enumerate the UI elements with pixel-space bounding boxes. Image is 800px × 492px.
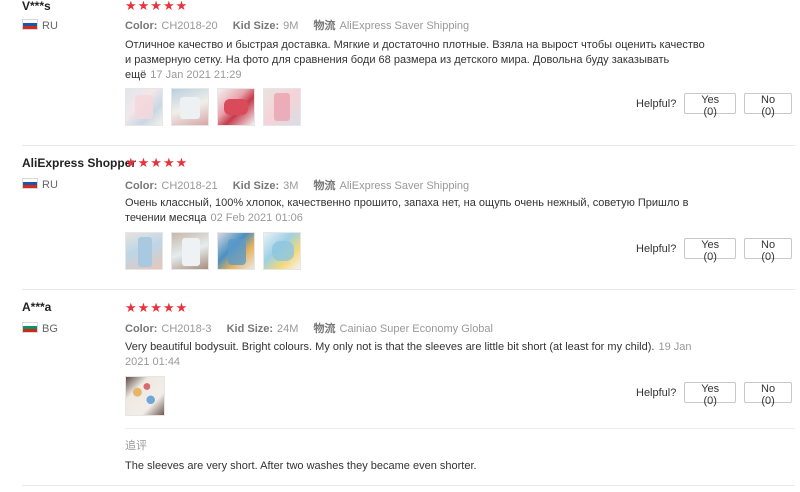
review-photo-thumbnail[interactable]: [217, 88, 255, 126]
review-photos: [125, 376, 173, 416]
review-photos: [125, 232, 309, 270]
reviewer-country: BG: [22, 322, 58, 335]
reviewer-name: A***a: [22, 300, 52, 314]
review-attributes: Color: CH2018-21 Kid Size: 3M 物流 AliExpress…: [125, 180, 470, 192]
review-divider: [22, 289, 795, 290]
rating-stars: ★★★★★: [125, 0, 189, 13]
bg-flag-icon: [22, 322, 38, 333]
review-date: 02 Feb 2021 01:06: [210, 212, 303, 224]
review-photo-thumbnail[interactable]: [171, 232, 209, 270]
review-date: 17 Jan 2021 21:29: [150, 69, 242, 81]
ru-flag-icon: [22, 178, 38, 189]
reviewer-country: RU: [22, 178, 58, 191]
review-photo-thumbnail[interactable]: [217, 232, 255, 270]
review-photo-thumbnail[interactable]: [125, 376, 165, 416]
reviewer-name: V***s: [22, 0, 51, 13]
reviewer-country: RU: [22, 19, 58, 32]
followup-text: The sleeves are very short. After two wa…: [125, 460, 477, 472]
ru-flag-icon: [22, 19, 38, 30]
review-text: Very beautiful bodysuit. Bright colours.…: [125, 341, 692, 368]
helpful-yes-button[interactable]: Yes (0): [684, 382, 737, 407]
helpful-vote: Helpful? Yes (0) No (0): [636, 93, 800, 118]
review-photo-thumbnail[interactable]: [263, 232, 301, 270]
helpful-label: Helpful?: [636, 242, 677, 255]
helpful-vote: Helpful? Yes (0) No (0): [636, 382, 800, 407]
helpful-vote: Helpful? Yes (0) No (0): [636, 238, 800, 263]
review-photos: [125, 88, 309, 126]
helpful-label: Helpful?: [636, 386, 677, 399]
helpful-no-button[interactable]: No (0): [744, 93, 792, 118]
review-attributes: Color: CH2018-3 Kid Size: 24M 物流 Cainiao Su…: [125, 323, 493, 335]
rating-stars: ★★★★★: [125, 300, 189, 315]
rating-stars: ★★★★★: [125, 155, 189, 170]
review-photo-thumbnail[interactable]: [125, 88, 163, 126]
helpful-label: Helpful?: [636, 97, 677, 110]
followup-label: 追评: [125, 440, 147, 452]
helpful-yes-button[interactable]: Yes (0): [684, 93, 737, 118]
reviewer-name: AliExpress Shopper: [22, 156, 137, 170]
review-text: Очень классный, 100% хлопок, качественно…: [125, 197, 689, 224]
review-photo-thumbnail[interactable]: [263, 88, 301, 126]
review-text: Отличное качество и быстрая доставка. Мя…: [125, 39, 705, 81]
helpful-no-button[interactable]: No (0): [744, 238, 792, 263]
review-photo-thumbnail[interactable]: [171, 88, 209, 126]
review-divider: [22, 485, 795, 486]
review-photo-thumbnail[interactable]: [125, 232, 163, 270]
helpful-yes-button[interactable]: Yes (0): [684, 238, 737, 263]
review-attributes: Color: CH2018-20 Kid Size: 9M 物流 AliExpress…: [125, 20, 470, 32]
helpful-no-button[interactable]: No (0): [744, 382, 792, 407]
review-divider: [22, 145, 795, 146]
followup-divider: [125, 428, 795, 429]
